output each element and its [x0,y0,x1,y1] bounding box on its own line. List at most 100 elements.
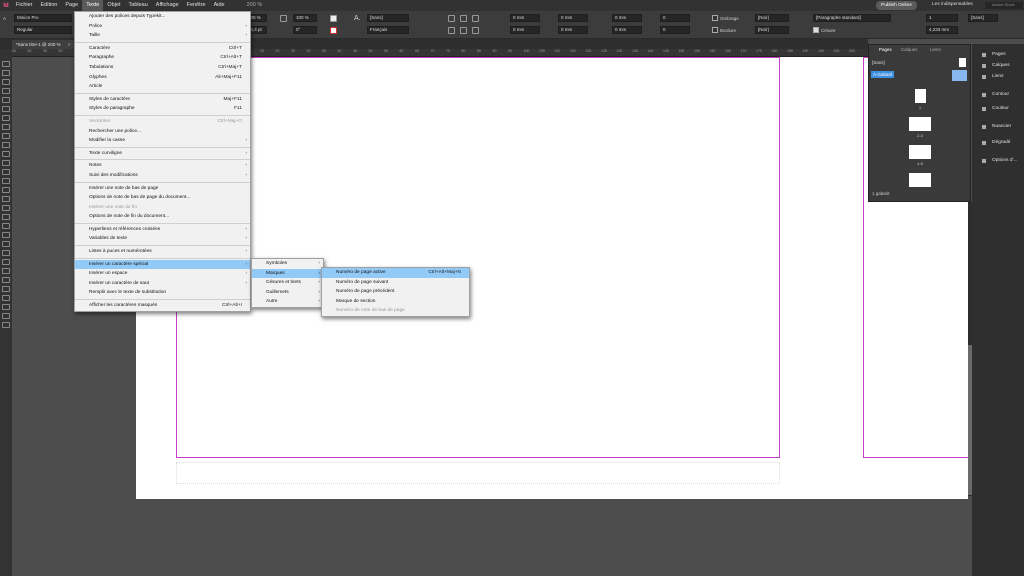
tool-icon[interactable] [2,277,10,283]
menu-item-styles-de-caractere[interactable]: Styles de caractère Maj+F11 [75,95,250,105]
menu-fichier[interactable]: Fichier [12,0,37,11]
tool-icon[interactable] [2,124,10,130]
dock-item-degrade[interactable]: Dégradé [982,140,1010,145]
columns-field[interactable]: 1 [926,14,958,22]
menu-item-listes-a-puces-et-numerotees[interactable]: Listes à puces et numérotées › [75,247,250,257]
space-before-field[interactable]: 0 mm [612,14,642,22]
first-line-indent-field[interactable]: 0 mm [510,26,540,34]
justify-all-icon[interactable] [472,27,479,34]
menu-item-inserer-un-espace[interactable]: Insérer un espace › [75,269,250,279]
menu-item-hyperliens-et-references-croisees[interactable]: Hyperliens et références croisées › [75,225,250,235]
grid-style-field[interactable]: [Sans] [968,14,998,22]
hyphenation-checkbox[interactable] [813,27,819,33]
none-master[interactable]: [Sans] [872,60,885,65]
menu-item-taille[interactable]: Taille › [75,31,250,41]
menu-aide[interactable]: Aide [210,0,229,11]
tool-icon[interactable] [2,268,10,274]
menu-page[interactable]: Page [61,0,82,11]
menu-item-numero-de-page-active[interactable]: Numéro de page active Ctrl+Alt+Maj+N [322,268,469,278]
vertical-scale-field[interactable]: 100 % [293,14,317,22]
tool-icon[interactable] [2,79,10,85]
dock-item-options-d[interactable]: Options d'... [982,158,1017,163]
tool-icon[interactable] [2,205,10,211]
menu-item-article[interactable]: Article [75,82,250,92]
menu-item-caractere[interactable]: Caractère Ctrl+T [75,44,250,54]
right-indent-field[interactable]: 0 mm [558,14,588,22]
tool-icon[interactable] [2,250,10,256]
shading-swatch-field[interactable]: [Noir] [755,14,789,22]
page-thumb-1[interactable] [915,89,926,103]
justify-icon[interactable] [448,27,455,34]
menu-item-styles-de-paragraphe[interactable]: Styles de paragraphe F11 [75,104,250,114]
tool-icon[interactable] [2,133,10,139]
tool-icon[interactable] [2,259,10,265]
stroke-none-icon[interactable] [330,27,337,34]
menu-item-glyphes[interactable]: Glyphes Alt+Maj+F11 [75,73,250,83]
master-item[interactable]: A-Gabarit [871,71,895,78]
tool-icon[interactable] [2,169,10,175]
publish-online-button[interactable]: Publish Online [876,1,917,10]
menu-objet[interactable]: Objet [103,0,124,11]
shading-checkbox[interactable] [712,15,718,21]
tool-icon[interactable] [2,88,10,94]
dock-item-calques[interactable]: Calques [982,63,1010,68]
menu-item-options-de-note-de-fin-du-document[interactable]: Options de note de fin du document... [75,212,250,222]
tool-icon[interactable] [2,313,10,319]
dock-item-contour[interactable]: Contour [982,92,1009,97]
page-thumb-6[interactable] [909,173,931,187]
dock-item-liens[interactable]: Liens [982,74,1003,79]
menu-tableau[interactable]: Tableau [125,0,152,11]
drop-cap-lines-field[interactable]: 0 [660,14,690,22]
dock-item-couleur[interactable]: Couleur [982,106,1009,111]
gutter-field[interactable]: 4,233 mm [926,26,958,34]
menu-item-paragraphe[interactable]: Paragraphe Ctrl+Alt+T [75,53,250,63]
tool-icon[interactable] [2,295,10,301]
border-checkbox[interactable] [712,27,718,33]
tool-icon[interactable] [2,97,10,103]
tool-icon[interactable] [2,160,10,166]
space-after-field[interactable]: 0 mm [612,26,642,34]
menu-item-rechercher-une-police[interactable]: Rechercher une police... [75,127,250,137]
menu-item-numero-de-page-precedent[interactable]: Numéro de page précédent [322,287,469,297]
tool-icon[interactable] [2,322,10,328]
text-mode-icon[interactable]: A [3,16,6,21]
menu-item-symboles[interactable]: Symboles › [252,259,323,269]
font-family-field[interactable]: Minion Pro [14,14,72,22]
menu-item-texte-curviligne[interactable]: Texte curviligne › [75,149,250,159]
language-field[interactable]: Français [367,26,409,34]
menu-item-marques[interactable]: Marques › [252,268,323,279]
tab-layers[interactable]: Calques [901,47,918,52]
tool-icon[interactable] [2,151,10,157]
menu-item-suivi-des-modifications[interactable]: Suivi des modifications › [75,171,250,181]
tab-links[interactable]: Liens [930,47,941,52]
tool-icon[interactable] [2,304,10,310]
menu-item-guillemets[interactable]: Guillemets › [252,288,323,298]
menu-fenetre[interactable]: Fenêtre [183,0,210,11]
tool-icon[interactable] [2,187,10,193]
menu-item-tabulations[interactable]: Tabulations Ctrl+Maj+T [75,63,250,73]
last-line-indent-field[interactable]: 0 mm [558,26,588,34]
character-style-field[interactable]: [Sans] [367,14,409,22]
zoom-level[interactable]: 200 % [243,0,267,11]
dock-item-nuancier[interactable]: Nuancier [982,124,1011,129]
paragraph-style-field[interactable]: [Paragraphe standard] [813,14,891,22]
tool-icon[interactable] [2,223,10,229]
tool-icon[interactable] [2,70,10,76]
workspace-switcher[interactable]: Les indispensables [932,2,973,7]
menu-item-afficher-les-caracteres-masques[interactable]: Afficher les caractères masqués Ctrl+Alt+… [75,301,250,311]
align-right-icon[interactable] [472,15,479,22]
font-style-field[interactable]: Regular [14,26,72,34]
menu-texte[interactable]: Texte [82,0,104,11]
tool-icon[interactable] [2,232,10,238]
tab-pages[interactable]: Pages [879,47,892,52]
drop-cap-chars-field[interactable]: 0 [660,26,690,34]
border-swatch-field[interactable]: [Noir] [755,26,789,34]
menu-item-remplir-avec-le-texte-de-substitution[interactable]: Remplir avec le texte de substitution [75,288,250,298]
justify-center-icon[interactable] [460,27,467,34]
dock-item-pages[interactable]: Pages [982,52,1006,57]
tool-icon[interactable] [2,196,10,202]
align-center-icon[interactable] [460,15,467,22]
tool-icon[interactable] [2,106,10,112]
menu-item-modifier-la-casse[interactable]: Modifier la casse › [75,136,250,146]
menu-item-marque-de-section[interactable]: Marque de section [322,297,469,307]
